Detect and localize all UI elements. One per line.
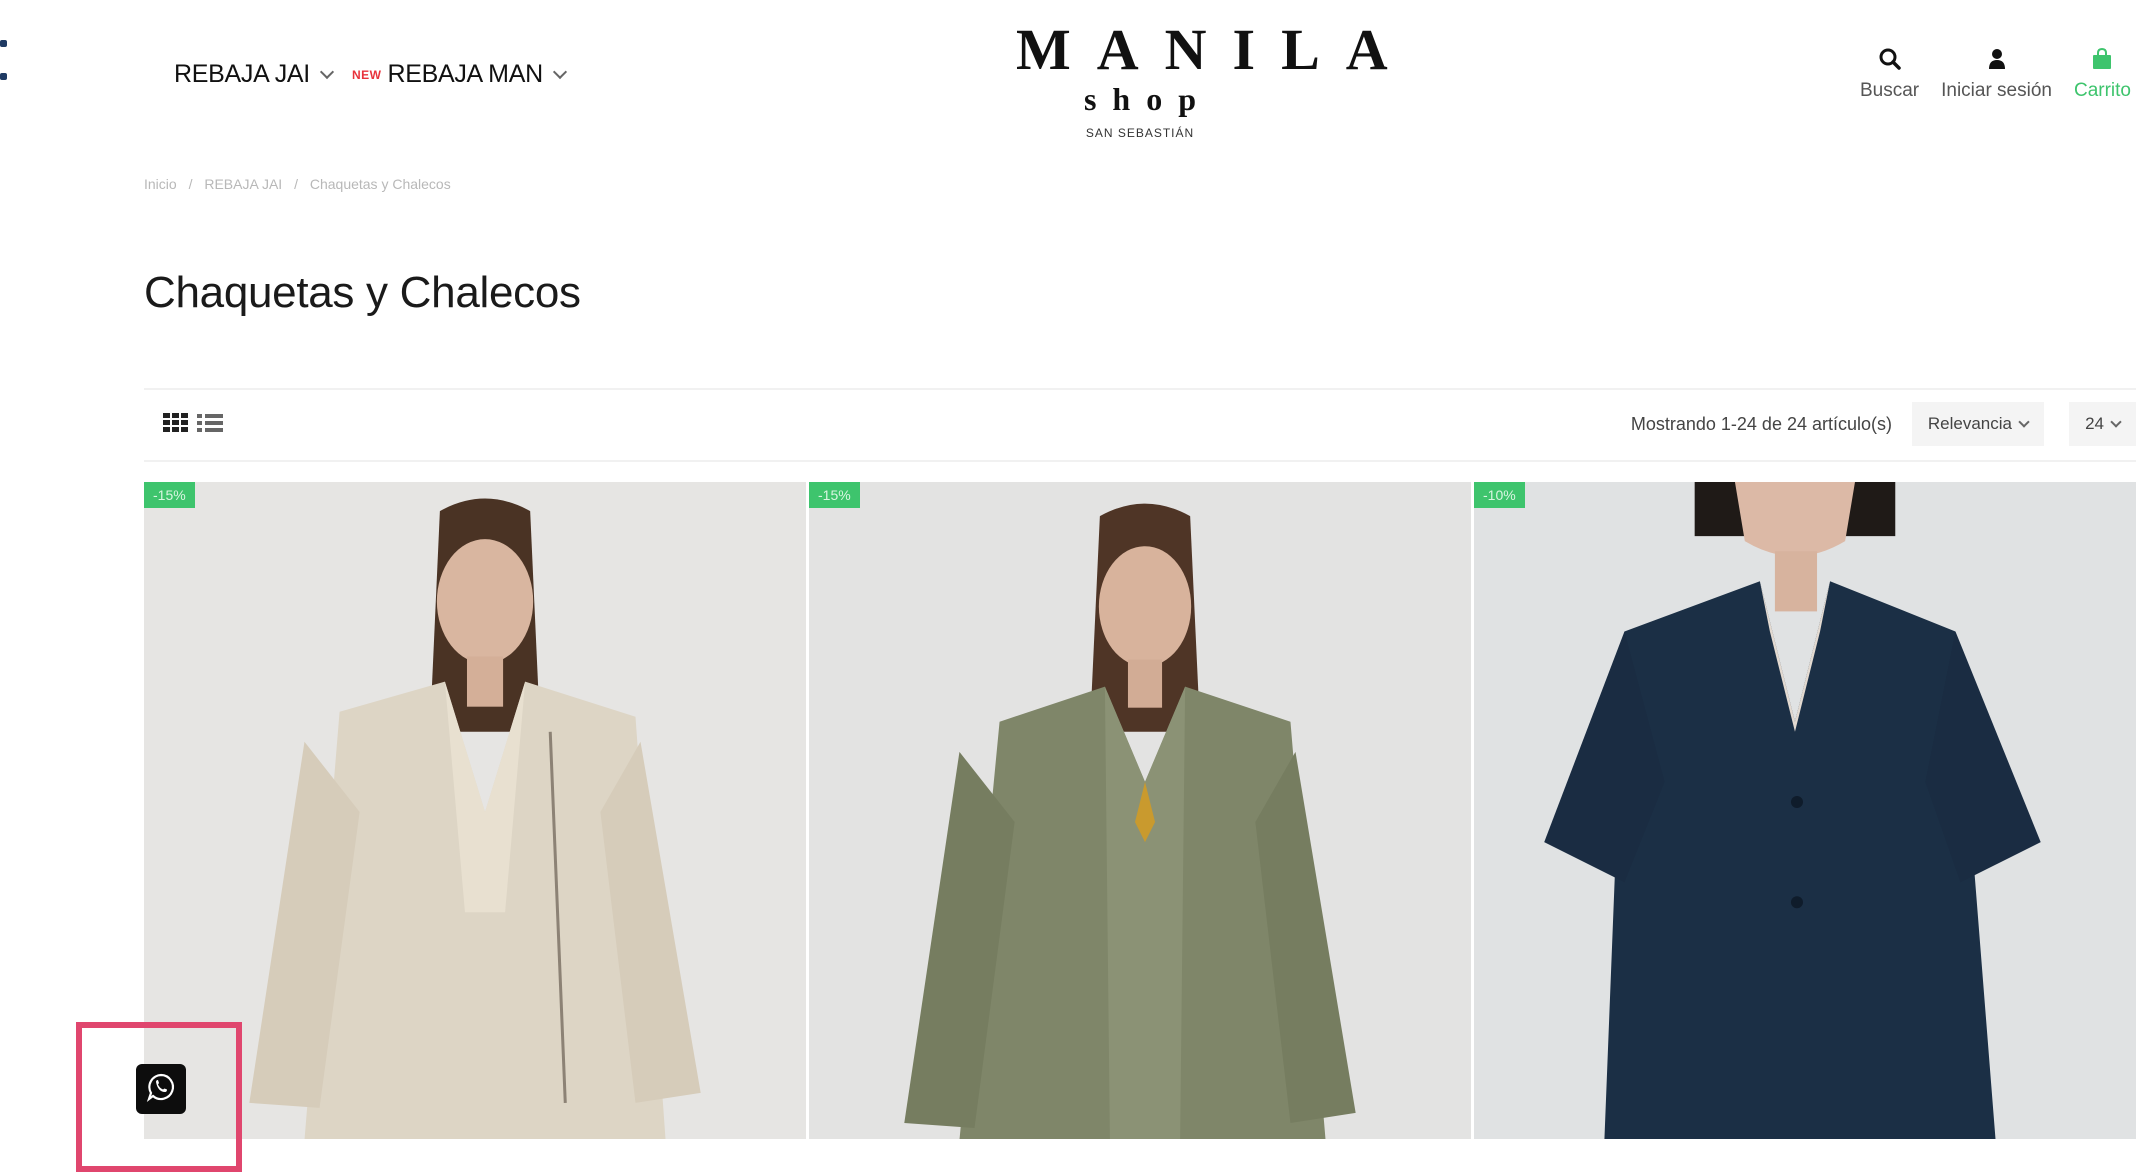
discount-badge: -15% <box>809 482 860 508</box>
breadcrumb-home[interactable]: Inicio <box>144 176 177 192</box>
whatsapp-icon <box>146 1072 176 1107</box>
breadcrumb: Inicio / REBAJA JAI / Chaquetas y Chalec… <box>144 176 459 192</box>
product-grid: -15% -15% -10% <box>144 482 2136 1139</box>
search-label: Buscar <box>1859 80 1920 101</box>
login-button[interactable]: Iniciar sesión <box>1941 44 2052 102</box>
product-image <box>1474 482 2136 1139</box>
breadcrumb-category[interactable]: REBAJA JAI <box>204 176 282 192</box>
main-nav: REBAJA JAI NEW REBAJA MAN <box>174 60 567 89</box>
product-card[interactable]: -10% <box>1474 482 2136 1139</box>
cart-button[interactable]: Carrito <box>2074 44 2131 102</box>
chevron-down-icon <box>319 64 335 79</box>
user-icon <box>1988 44 2006 74</box>
logo-line-1: MANILA <box>1016 17 1414 82</box>
logo-line-3: SAN SEBASTIÁN <box>1085 126 1195 140</box>
sort-select-value: Relevancia <box>1927 414 2012 433</box>
per-page-value: 24 <box>2085 414 2104 433</box>
cart-label: Carrito <box>2073 80 2131 101</box>
whatsapp-button[interactable] <box>136 1064 186 1114</box>
search-button[interactable]: Buscar <box>1860 44 1919 102</box>
search-icon <box>1878 44 1902 74</box>
site-logo[interactable]: MANILA shop SAN SEBASTIÁN <box>990 17 1414 141</box>
product-count: Mostrando 1-24 de 24 artículo(s) <box>1630 414 1892 434</box>
header-actions: Buscar Iniciar sesión Carrito <box>1860 44 2131 102</box>
breadcrumb-separator: / <box>294 176 298 192</box>
nav-item-rebaja-jai[interactable]: REBAJA JAI <box>174 60 335 89</box>
product-image <box>144 482 806 1139</box>
discount-badge: -15% <box>144 482 195 508</box>
nav-item-label: REBAJA JAI <box>174 60 310 88</box>
discount-badge: -10% <box>1474 482 1525 508</box>
page-title: Chaquetas y Chalecos <box>144 268 581 317</box>
sort-select[interactable]: Relevancia <box>1911 402 2044 446</box>
chevron-down-icon <box>552 64 567 79</box>
chevron-down-icon <box>2018 416 2030 428</box>
login-label: Iniciar sesión <box>1941 80 2052 101</box>
new-badge: NEW <box>351 67 382 82</box>
view-toggle <box>162 412 224 434</box>
nav-item-rebaja-man[interactable]: NEW REBAJA MAN <box>351 60 567 89</box>
shopping-bag-icon <box>2090 44 2114 74</box>
product-card[interactable]: -15% <box>144 482 806 1139</box>
list-view-icon[interactable] <box>196 412 224 434</box>
logo-line-2: shop <box>1083 81 1213 117</box>
nav-item-label: REBAJA MAN <box>387 60 543 88</box>
breadcrumb-current: Chaquetas y Chalecos <box>309 176 451 192</box>
grid-view-icon[interactable] <box>162 412 190 434</box>
chevron-down-icon <box>2110 416 2122 428</box>
product-card[interactable]: -15% <box>809 482 1471 1139</box>
edge-marker <box>0 40 10 90</box>
product-toolbar: Mostrando 1-24 de 24 artículo(s) Relevan… <box>144 388 2136 462</box>
breadcrumb-separator: / <box>188 176 193 192</box>
per-page-select[interactable]: 24 <box>2069 402 2136 446</box>
product-image <box>809 482 1471 1139</box>
